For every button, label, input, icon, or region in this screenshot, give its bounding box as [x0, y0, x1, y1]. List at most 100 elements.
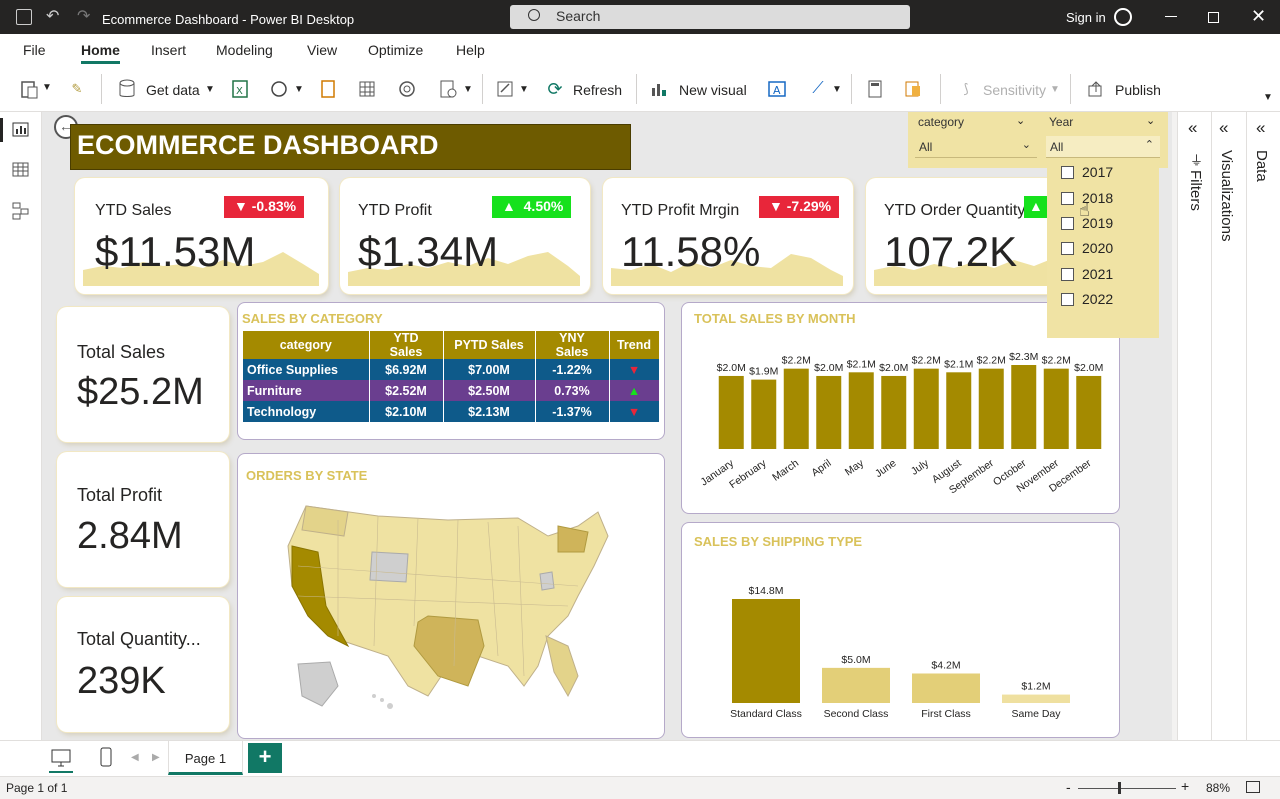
menu-help[interactable]: Help	[456, 42, 485, 58]
refresh-button[interactable]: Refresh	[573, 82, 622, 98]
zoom-slider-thumb[interactable]	[1118, 782, 1121, 794]
checkbox[interactable]	[1061, 242, 1074, 255]
excel-icon[interactable]: X	[229, 78, 251, 100]
sales-by-shipping-type-visual[interactable]: SALES BY SHIPPING TYPE $14.8M Standard Cl…	[681, 522, 1120, 738]
total-quantity-card[interactable]: Total Quantity... 239K	[57, 597, 229, 732]
expand-filters-icon[interactable]: «	[1188, 118, 1197, 138]
chevron-down-icon[interactable]: ▼	[832, 84, 842, 95]
column-header[interactable]: Trend	[609, 331, 660, 359]
data-pane-tab[interactable]: Data	[1253, 150, 1270, 182]
get-data-button[interactable]: Get data	[146, 82, 200, 98]
bar[interactable]	[1002, 694, 1070, 703]
year-option-2017[interactable]: 2017	[1061, 164, 1113, 180]
save-icon[interactable]	[16, 9, 32, 25]
sales-by-category-visual[interactable]: SALES BY CATEGORY category YTD Sales PYT…	[237, 302, 665, 440]
menu-modeling[interactable]: Modeling	[216, 42, 273, 58]
bar[interactable]	[848, 372, 874, 449]
report-view-icon[interactable]	[12, 122, 30, 141]
bar[interactable]	[912, 673, 980, 703]
chevron-down-icon[interactable]: ▼	[294, 84, 304, 95]
restore-icon[interactable]	[1208, 12, 1219, 23]
kpi-card-ytd-profit-margin[interactable]: YTD Profit Mrgin 11.58% ▼ -7.29%	[603, 178, 853, 294]
table-row[interactable]: Technology $2.10M $2.13M -1.37% ▼	[243, 401, 660, 422]
chevron-down-icon[interactable]: ⌄	[1146, 114, 1155, 127]
filters-pane-tab[interactable]: Filters	[1187, 170, 1204, 211]
transform-data-icon[interactable]	[494, 78, 516, 100]
zoom-in-button[interactable]: +	[1181, 778, 1189, 794]
undo-icon[interactable]: ↶	[46, 6, 59, 26]
us-map[interactable]	[278, 496, 618, 716]
checkbox[interactable]	[1061, 268, 1074, 281]
search-input[interactable]: Search	[510, 5, 910, 29]
kpi-card-ytd-sales[interactable]: YTD Sales $11.53M ▼ -0.83%	[75, 178, 328, 294]
dataflow-icon[interactable]	[317, 78, 339, 100]
visualizations-pane-tab[interactable]: Visualizations	[1218, 150, 1235, 241]
year-option-2020[interactable]: 2020	[1061, 240, 1113, 256]
page-tab[interactable]: Page 1	[168, 741, 243, 775]
menu-optimize[interactable]: Optimize	[368, 42, 423, 58]
bar[interactable]	[978, 368, 1004, 449]
close-icon[interactable]: ✕	[1251, 6, 1266, 27]
more-visuals-icon[interactable]: ⟋	[807, 78, 829, 100]
new-visual-icon[interactable]	[648, 78, 670, 100]
menu-view[interactable]: View	[307, 42, 337, 58]
bar[interactable]	[718, 375, 744, 449]
kpi-card-ytd-profit[interactable]: YTD Profit $1.34M ▲ 4.50%	[340, 178, 590, 294]
chevron-down-icon[interactable]: ▼	[519, 84, 529, 95]
bar[interactable]	[822, 667, 890, 703]
mobile-layout-icon[interactable]	[100, 747, 112, 770]
table-row[interactable]: Furniture $2.52M $2.50M 0.73% ▲	[243, 380, 660, 401]
column-header[interactable]: PYTD Sales	[443, 331, 536, 359]
chevron-down-icon[interactable]: ▼	[42, 82, 52, 93]
quick-measure-icon[interactable]	[902, 78, 924, 100]
category-slicer-dropdown[interactable]: All ⌄	[915, 136, 1037, 158]
total-profit-card[interactable]: Total Profit 2.84M	[57, 452, 229, 587]
menu-insert[interactable]: Insert	[151, 42, 186, 58]
bar[interactable]	[816, 375, 842, 449]
checkbox[interactable]	[1061, 192, 1074, 205]
table-view-icon[interactable]	[12, 162, 30, 181]
onelake-icon[interactable]	[268, 78, 290, 100]
chevron-down-icon[interactable]: ⌄	[1016, 114, 1025, 127]
chevron-down-icon[interactable]: ▼	[463, 84, 473, 95]
table-row[interactable]: Office Supplies $6.92M $7.00M -1.22% ▼	[243, 359, 660, 380]
bar[interactable]	[732, 599, 800, 703]
year-option-2022[interactable]: 2022	[1061, 291, 1113, 307]
checkbox[interactable]	[1061, 217, 1074, 230]
next-page-icon[interactable]: ▶	[152, 752, 160, 763]
refresh-icon[interactable]: ⟳	[544, 78, 566, 100]
menu-home[interactable]: Home	[81, 42, 120, 58]
sign-in-link[interactable]: Sign in	[1066, 10, 1106, 25]
bar[interactable]	[1011, 365, 1037, 449]
bar[interactable]	[946, 372, 972, 449]
enter-data-icon[interactable]	[356, 78, 378, 100]
chevron-down-icon[interactable]: ▼	[205, 84, 215, 95]
column-header[interactable]: category	[243, 331, 370, 359]
year-option-2021[interactable]: 2021	[1061, 266, 1113, 282]
format-painter-icon[interactable]: ✎	[66, 78, 88, 100]
publish-icon[interactable]	[1085, 78, 1107, 100]
expand-data-icon[interactable]: «	[1256, 118, 1265, 138]
shipping-bar-chart[interactable]: $14.8M Standard Class $5.0M Second Class $4.…	[682, 523, 1121, 739]
bar[interactable]	[913, 368, 939, 449]
zoom-slider[interactable]	[1078, 788, 1176, 789]
column-header[interactable]: YNY Sales	[535, 331, 610, 359]
bar[interactable]	[783, 368, 809, 449]
prev-page-icon[interactable]: ◀	[131, 752, 139, 763]
add-page-button[interactable]: +	[248, 743, 282, 773]
checkbox[interactable]	[1061, 166, 1074, 179]
checkbox[interactable]	[1061, 293, 1074, 306]
bar[interactable]	[1043, 368, 1069, 449]
orders-by-state-visual[interactable]: ORDERS BY STATE	[237, 453, 665, 739]
menu-file[interactable]: File	[23, 42, 46, 58]
new-visual-button[interactable]: New visual	[679, 82, 747, 98]
minimize-icon[interactable]	[1165, 16, 1177, 17]
dataverse-icon[interactable]	[396, 78, 418, 100]
collapse-ribbon-icon[interactable]: ▼	[1263, 92, 1273, 103]
fit-to-page-icon[interactable]	[1246, 781, 1260, 793]
bar[interactable]	[1076, 375, 1102, 449]
recent-sources-icon[interactable]	[437, 78, 459, 100]
paste-icon[interactable]	[18, 78, 40, 100]
bar[interactable]	[751, 379, 777, 449]
total-sales-card[interactable]: Total Sales $25.2M	[57, 307, 229, 442]
